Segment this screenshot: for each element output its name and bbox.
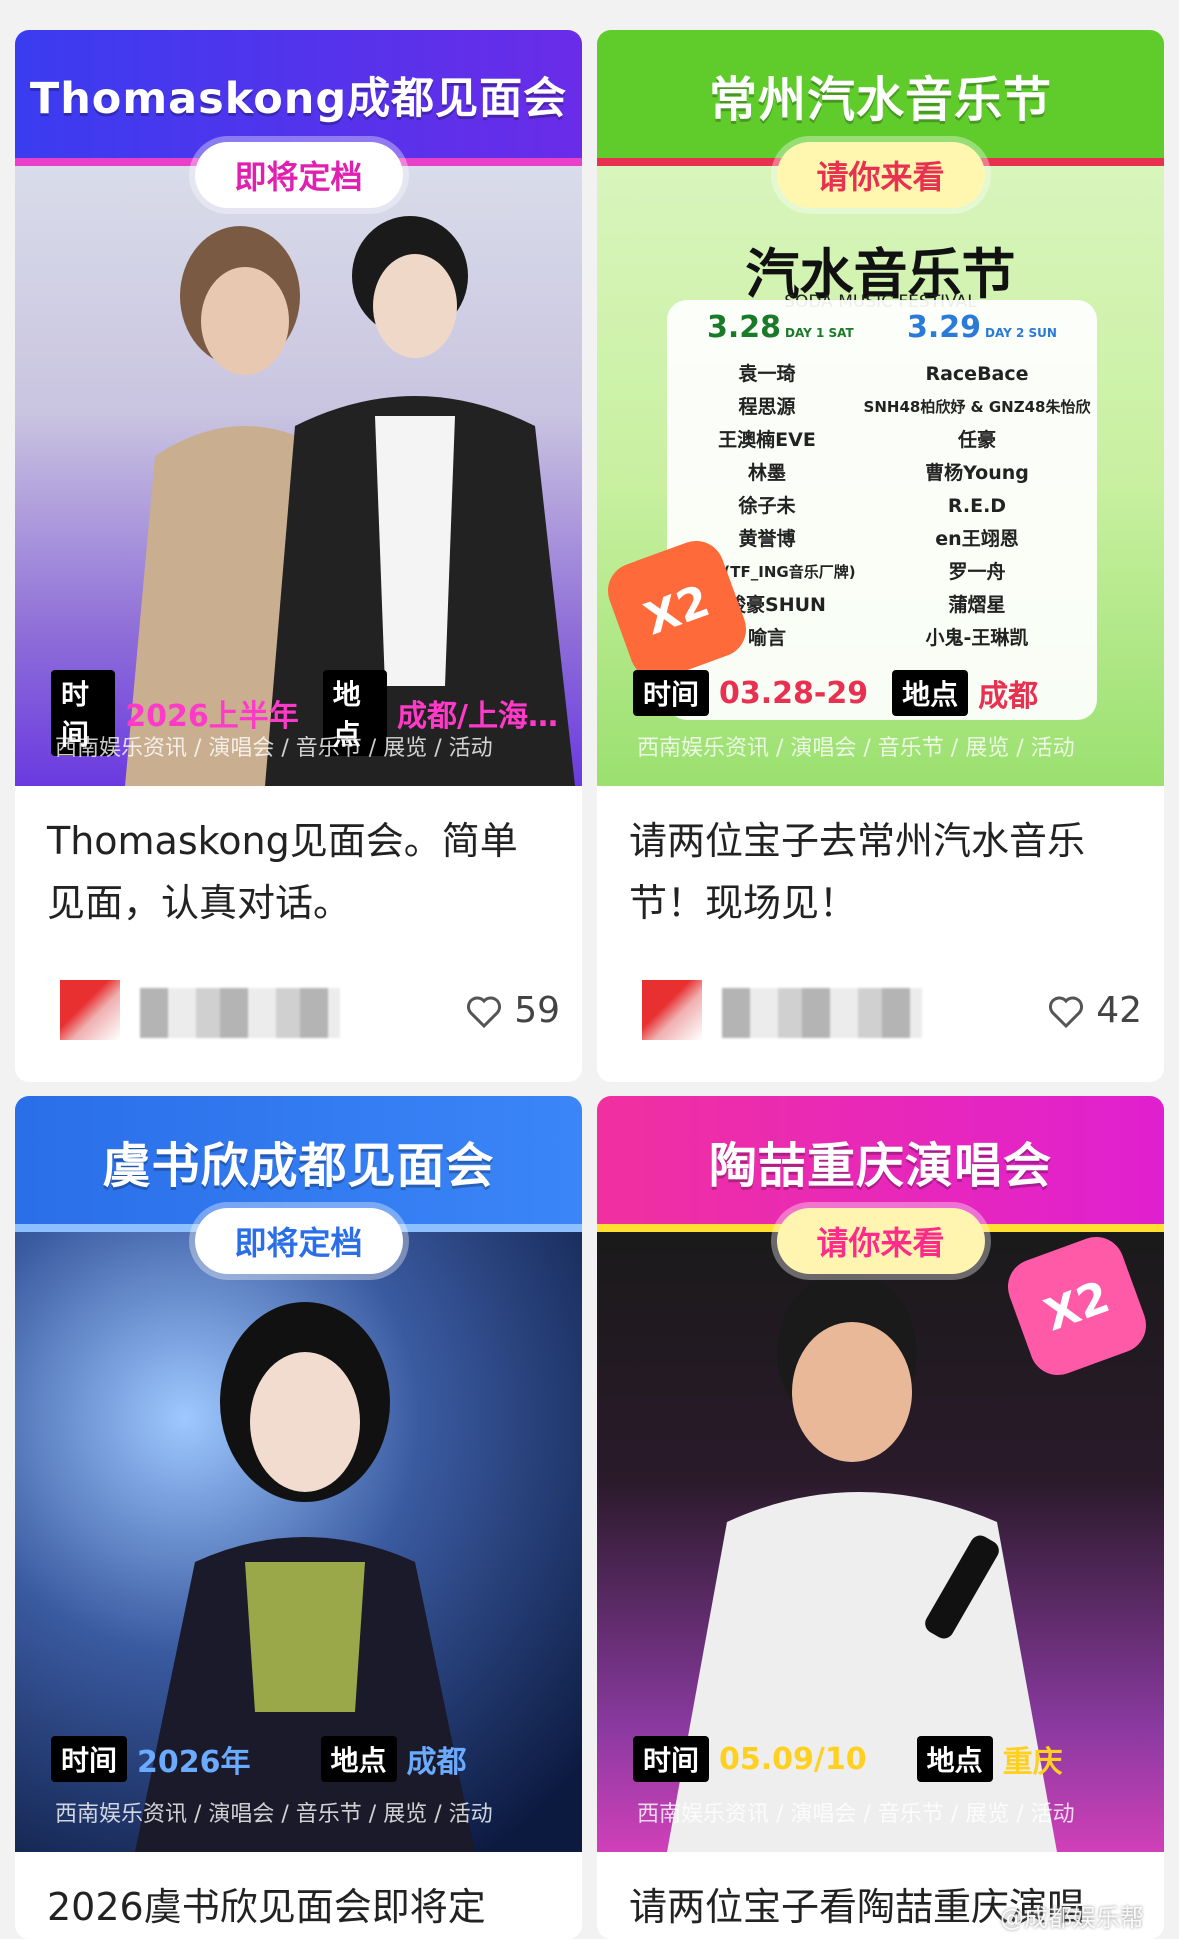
poster-footer: 西南娱乐资讯 / 演唱会 / 音乐节 / 展览 / 活动 — [55, 736, 493, 761]
like-count: 42 — [1096, 990, 1142, 1031]
place-label: 地点 — [892, 670, 969, 716]
poster-info-row: 时间 03.28-29 地点 成都 — [633, 670, 1154, 716]
event-poster[interactable]: 陶喆重庆演唱会 请你来看 X2 时间 05.09/10 地点 重庆 西南娱乐资讯… — [597, 1096, 1164, 1852]
place-label: 地点 — [916, 1736, 993, 1782]
poster-footer: 西南娱乐资讯 / 演唱会 / 音乐节 / 展览 / 活动 — [637, 736, 1075, 761]
poster-title-bar: 常州汽水音乐节 — [597, 30, 1164, 160]
author-name-blurred[interactable] — [722, 988, 922, 1038]
poster-title-bar: 虞书欣成都见面会 — [15, 1096, 582, 1226]
poster-title: 常州汽水音乐节 — [708, 72, 1052, 128]
card-meta: 42 — [642, 980, 1142, 1050]
place-value: 重庆 — [1002, 1745, 1063, 1780]
event-card-soda-festival[interactable]: 常州汽水音乐节 请你来看 汽水音乐节 SODA MUSIC FESTIVAL 3… — [597, 30, 1164, 1082]
event-poster[interactable]: 虞书欣成都见面会 即将定档 时间 2026年 地点 成都 西南娱乐资讯 / 演唱… — [15, 1096, 582, 1852]
event-poster[interactable]: 常州汽水音乐节 请你来看 汽水音乐节 SODA MUSIC FESTIVAL 3… — [597, 30, 1164, 786]
heart-icon — [1049, 995, 1084, 1028]
status-badge: 即将定档 — [194, 142, 403, 208]
author-name-blurred[interactable] — [140, 988, 340, 1038]
poster-title-bar: 陶喆重庆演唱会 — [597, 1096, 1164, 1226]
place-value: 成都 — [978, 679, 1039, 714]
status-badge: 请你来看 — [776, 1208, 985, 1274]
event-card-yushuxin[interactable]: 虞书欣成都见面会 即将定档 时间 2026年 地点 成都 西南娱乐资讯 / 演唱… — [15, 1096, 582, 1939]
avatar[interactable] — [642, 980, 702, 1040]
card-description[interactable]: 请两位宝子去常州汽水音乐节！现场见！ — [629, 810, 1129, 934]
lineup-panel: 3.28 DAY 1 SAT 3.29 DAY 2 SUN 袁一琦 程思源 王澳楠EVE… — [667, 300, 1097, 720]
day2-date: 3.29 DAY 2 SUN — [907, 310, 1057, 345]
event-card-thomaskong[interactable]: Thomaskong成都见面会 即将定档 时间 2026上半年 地点 成都/上海… — [15, 30, 582, 1082]
poster-footer: 西南娱乐资讯 / 演唱会 / 音乐节 / 展览 / 活动 — [637, 1802, 1075, 1827]
card-description[interactable]: 2026虞书欣见面会即将定 — [47, 1876, 547, 1938]
day1-date: 3.28 DAY 1 SAT — [707, 310, 854, 345]
day2-lineup: RaceBace SNH48柏欣妤 & GNZ48朱怡欣 任豪 曹杨Young R.E.… — [863, 363, 1091, 649]
poster-info-row: 时间 2026年 地点 成都 — [51, 1736, 572, 1782]
poster-title: Thomaskong成都见面会 — [29, 74, 568, 124]
poster-footer: 西南娱乐资讯 / 演唱会 / 音乐节 / 展览 / 活动 — [55, 1802, 493, 1827]
place-label: 地点 — [320, 1736, 397, 1782]
place-value: 成都 — [406, 1745, 467, 1780]
time-label: 时间 — [633, 1736, 710, 1782]
event-card-taozhe[interactable]: 陶喆重庆演唱会 请你来看 X2 时间 05.09/10 地点 重庆 西南娱乐资讯… — [597, 1096, 1164, 1939]
event-poster[interactable]: Thomaskong成都见面会 即将定档 时间 2026上半年 地点 成都/上海… — [15, 30, 582, 786]
time-value: 2026上半年 — [125, 699, 299, 734]
card-description[interactable]: Thomaskong见面会。简单见面，认真对话。 — [47, 810, 547, 934]
poster-info-row: 时间 05.09/10 地点 重庆 — [633, 1736, 1154, 1782]
card-meta: 59 — [60, 980, 560, 1050]
poster-title: 陶喆重庆演唱会 — [708, 1138, 1052, 1194]
status-badge: 请你来看 — [776, 142, 985, 208]
like-button[interactable]: 59 — [464, 990, 560, 1031]
time-value: 2026年 — [137, 1745, 251, 1780]
avatar[interactable] — [60, 980, 120, 1040]
like-button[interactable]: 42 — [1046, 990, 1142, 1031]
time-label: 时间 — [633, 670, 710, 716]
watermark: @成都娱乐帮 — [1000, 1904, 1144, 1932]
time-value: 03.28-29 — [719, 675, 869, 711]
status-badge: 即将定档 — [194, 1208, 403, 1274]
heart-icon — [467, 995, 502, 1028]
like-count: 59 — [514, 990, 560, 1031]
time-value: 05.09/10 — [719, 1741, 867, 1777]
time-label: 时间 — [51, 1736, 128, 1782]
place-value: 成都/上海… — [397, 699, 558, 734]
poster-title: 虞书欣成都见面会 — [102, 1138, 495, 1194]
poster-title-bar: Thomaskong成都见面会 — [15, 30, 582, 160]
